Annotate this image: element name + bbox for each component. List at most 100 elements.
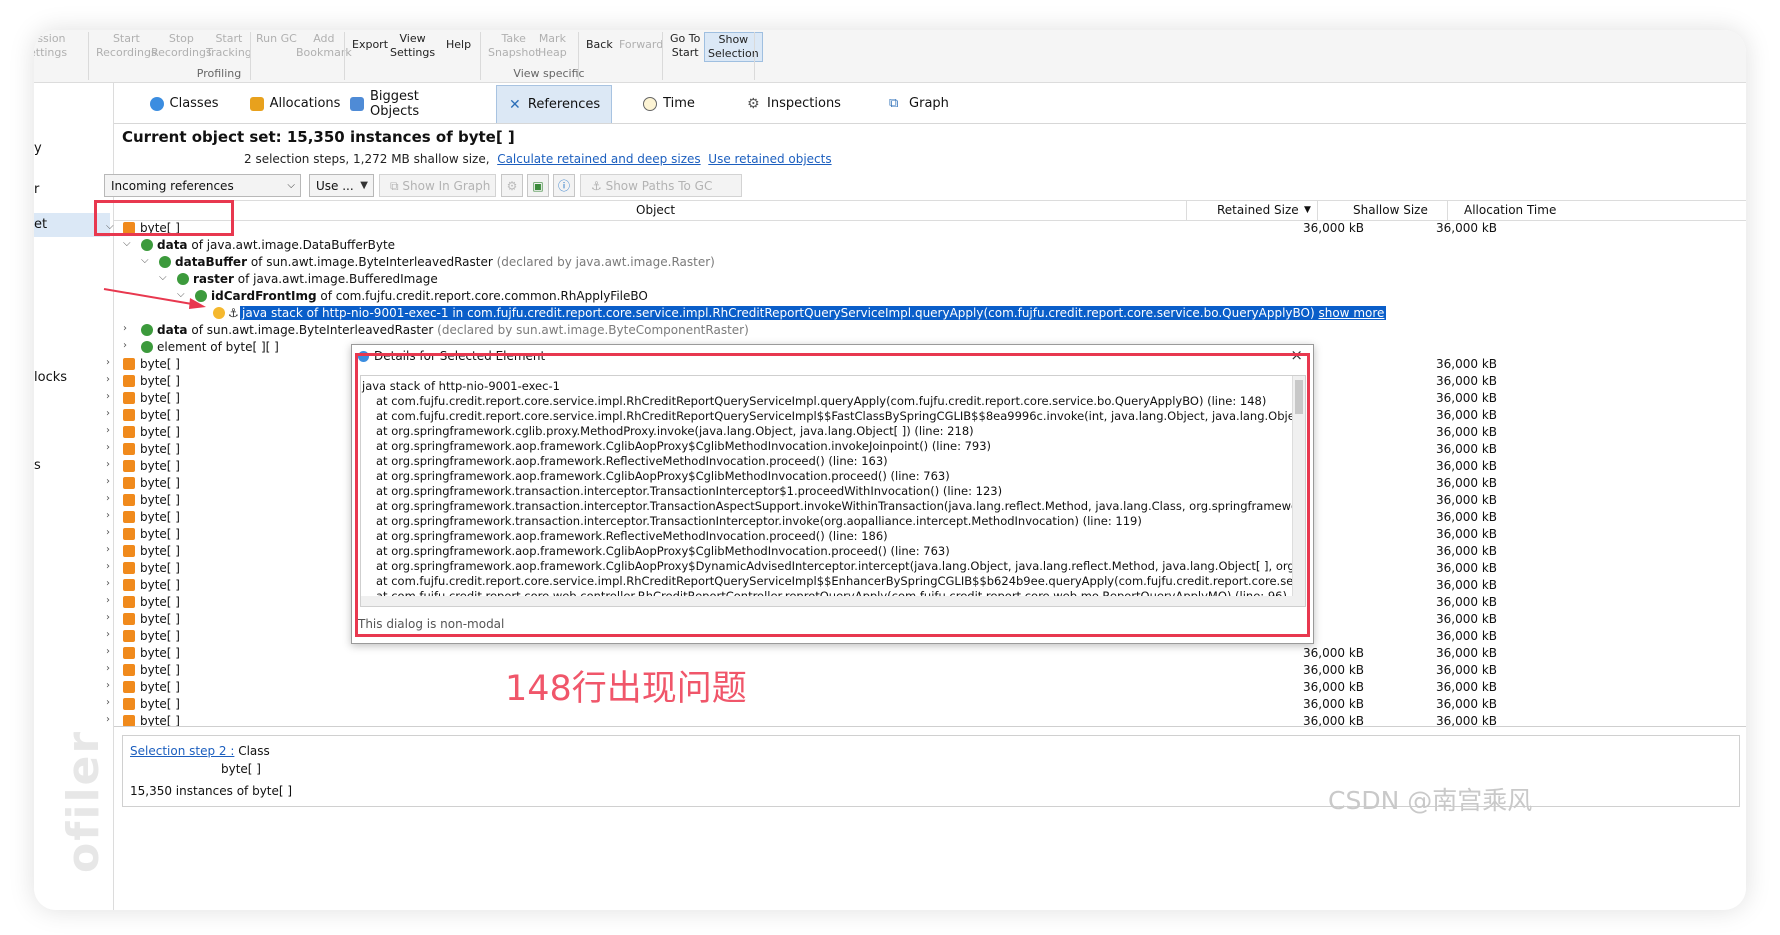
tab-inspections[interactable]: ⚙ Inspections <box>734 85 854 122</box>
column-header-retained-size[interactable]: Retained Size <box>1217 203 1299 217</box>
chevron-right-icon[interactable]: › <box>106 493 118 504</box>
info-icon-button[interactable]: ⓘ <box>553 174 575 197</box>
show-more-link[interactable]: show more <box>1318 306 1384 320</box>
show-in-graph-button[interactable]: ⧉ Show In Graph <box>379 174 496 197</box>
go-to-start-button[interactable]: Go To Start <box>670 32 700 60</box>
chevron-right-icon[interactable]: › <box>106 595 118 606</box>
use-retained-objects-link[interactable]: Use retained objects <box>708 152 831 166</box>
retained-size-cell: 36,000 kB <box>1303 646 1364 660</box>
table-row[interactable]: › byte[ ] 36,000 kB 36,000 kB <box>106 679 1746 696</box>
biggest-objects-icon <box>350 96 364 111</box>
tree-row-root[interactable]: ⌵ byte[ ] 36,000 kB 36,000 kB <box>106 220 1746 237</box>
chevron-right-icon[interactable]: › <box>106 374 118 385</box>
selection-step-link[interactable]: Selection step 2 : <box>130 744 234 758</box>
table-row[interactable]: › byte[ ] 36,000 kB 36,000 kB <box>106 662 1746 679</box>
highlight-box-dialog <box>355 353 1310 637</box>
tab-references[interactable]: ✕ References <box>496 85 612 123</box>
shallow-size-cell: 36,000 kB <box>1436 680 1497 694</box>
chevron-right-icon[interactable]: › <box>106 391 118 402</box>
use-label: Use ... <box>316 179 354 193</box>
forward-button[interactable]: Forward <box>619 38 663 52</box>
view-settings-button[interactable]: View Settings <box>390 32 435 60</box>
chevron-down-icon[interactable]: ⌵ <box>159 272 171 283</box>
tab-graph[interactable]: ⧉ Graph <box>869 85 969 122</box>
run-gc-button[interactable]: Run GC <box>256 32 297 46</box>
column-header-allocation-time[interactable]: Allocation Time <box>1464 203 1556 217</box>
tree-row[interactable]: › data of sun.awt.image.ByteInterleavedR… <box>114 322 1746 339</box>
start-tracking-button[interactable]: Start Tracking <box>206 32 252 60</box>
tree-row[interactable]: ⌵ data of java.awt.image.DataBufferByte <box>114 237 1746 254</box>
export-button[interactable]: Export <box>352 38 388 52</box>
table-row[interactable]: › byte[ ] 36,000 kB 36,000 kB <box>106 645 1746 662</box>
chevron-right-icon[interactable]: › <box>106 510 118 521</box>
sidebar-item-r[interactable]: r <box>34 182 110 197</box>
java-stack-text: java stack of http-nio-9001-exec-1 in co… <box>242 306 1315 320</box>
tree-node-label: byte[ ] <box>140 425 180 439</box>
show-paths-to-gc-root-button[interactable]: ⚓ Show Paths To GC Root <box>580 174 742 215</box>
chevron-right-icon[interactable]: › <box>106 714 118 725</box>
field-owner: of sun.awt.image.ByteInterleavedRaster <box>247 255 493 269</box>
tree-node-label: byte[ ] <box>140 357 180 371</box>
chevron-down-icon[interactable]: ⌵ <box>123 238 135 249</box>
calculate-retained-link[interactable]: Calculate retained and deep sizes <box>497 152 700 166</box>
tree-row[interactable]: ⌵ idCardFrontImg of com.fujfu.credit.rep… <box>114 288 1746 305</box>
tab-allocations[interactable]: Allocations <box>240 85 350 122</box>
sidebar-item-s[interactable]: s <box>34 458 110 473</box>
chevron-right-icon[interactable]: › <box>106 578 118 589</box>
column-separator[interactable] <box>1447 201 1448 220</box>
shallow-size-cell: 36,000 kB <box>1436 442 1497 456</box>
export-icon-button[interactable]: ▣ <box>527 174 549 197</box>
tab-time[interactable]: Time <box>614 85 724 122</box>
column-separator[interactable] <box>1186 201 1187 220</box>
sort-descending-icon[interactable]: ▼ <box>1304 205 1311 215</box>
table-row[interactable]: › byte[ ] 36,000 kB 36,000 kB <box>106 696 1746 713</box>
chevron-right-icon[interactable]: › <box>106 442 118 453</box>
chevron-right-icon[interactable]: › <box>106 697 118 708</box>
column-separator[interactable] <box>1317 201 1318 220</box>
chevron-right-icon[interactable]: › <box>106 459 118 470</box>
array-icon <box>123 358 135 370</box>
tree-row[interactable]: ⌵ dataBuffer of sun.awt.image.ByteInterl… <box>114 254 1746 271</box>
shallow-size-cell: 36,000 kB <box>1436 476 1497 490</box>
chevron-right-icon[interactable]: › <box>106 663 118 674</box>
chevron-right-icon[interactable]: › <box>106 357 118 368</box>
settings-icon-button[interactable]: ⚙ <box>501 174 523 197</box>
chevron-right-icon[interactable]: › <box>106 408 118 419</box>
chevron-right-icon[interactable]: › <box>123 323 135 334</box>
session-settings-button[interactable]: Session Settings <box>34 32 67 60</box>
chevron-right-icon[interactable]: › <box>106 544 118 555</box>
chevron-right-icon[interactable]: › <box>123 340 135 351</box>
chevron-down-icon[interactable]: ⌵ <box>141 255 153 266</box>
tab-biggest-objects[interactable]: Biggest Objects <box>350 85 472 122</box>
chevron-down-icon[interactable]: ⌵ <box>177 289 189 300</box>
field-owner: of sun.awt.image.ByteInterleavedRaster <box>187 323 434 337</box>
stop-recordings-button[interactable]: Stop Recordings <box>151 32 212 60</box>
column-header-object[interactable]: Object <box>636 203 675 217</box>
sidebar-item-y[interactable]: y <box>34 141 110 156</box>
chevron-right-icon[interactable]: › <box>106 476 118 487</box>
tab-classes[interactable]: Classes <box>134 85 234 122</box>
use-button[interactable]: Use ... ▼ <box>309 174 374 197</box>
tree-row-selected[interactable]: ⚓ java stack of http-nio-9001-exec-1 in … <box>114 305 1746 322</box>
help-button[interactable]: Help <box>446 38 471 52</box>
chevron-right-icon[interactable]: › <box>106 425 118 436</box>
chevron-right-icon[interactable]: › <box>106 527 118 538</box>
column-header-shallow-size[interactable]: Shallow Size <box>1353 203 1428 217</box>
chevron-right-icon[interactable]: › <box>106 612 118 623</box>
declared-by: (declared by java.awt.image.Raster) <box>492 255 715 269</box>
shallow-size-cell: 36,000 kB <box>1436 408 1497 422</box>
back-button[interactable]: Back <box>586 38 613 52</box>
chevron-right-icon[interactable]: › <box>106 629 118 640</box>
take-snapshot-button[interactable]: Take Snapshot <box>488 32 539 60</box>
chevron-right-icon[interactable]: › <box>106 680 118 691</box>
sidebar-item-locks[interactable]: locks <box>34 370 110 385</box>
mark-heap-button[interactable]: Mark Heap <box>538 32 567 60</box>
chevron-right-icon[interactable]: › <box>106 646 118 657</box>
references-type-combo[interactable]: Incoming references ⌵ <box>104 174 301 197</box>
tree-row[interactable]: ⌵ raster of java.awt.image.BufferedImage <box>114 271 1746 288</box>
tree-node-label: byte[ ] <box>140 374 180 388</box>
chevron-right-icon[interactable]: › <box>106 561 118 572</box>
start-recordings-button[interactable]: Start Recordings <box>96 32 157 60</box>
tree-node-label: raster of java.awt.image.BufferedImage <box>193 272 438 286</box>
tree-node-label: element of byte[ ][ ] <box>157 340 279 354</box>
